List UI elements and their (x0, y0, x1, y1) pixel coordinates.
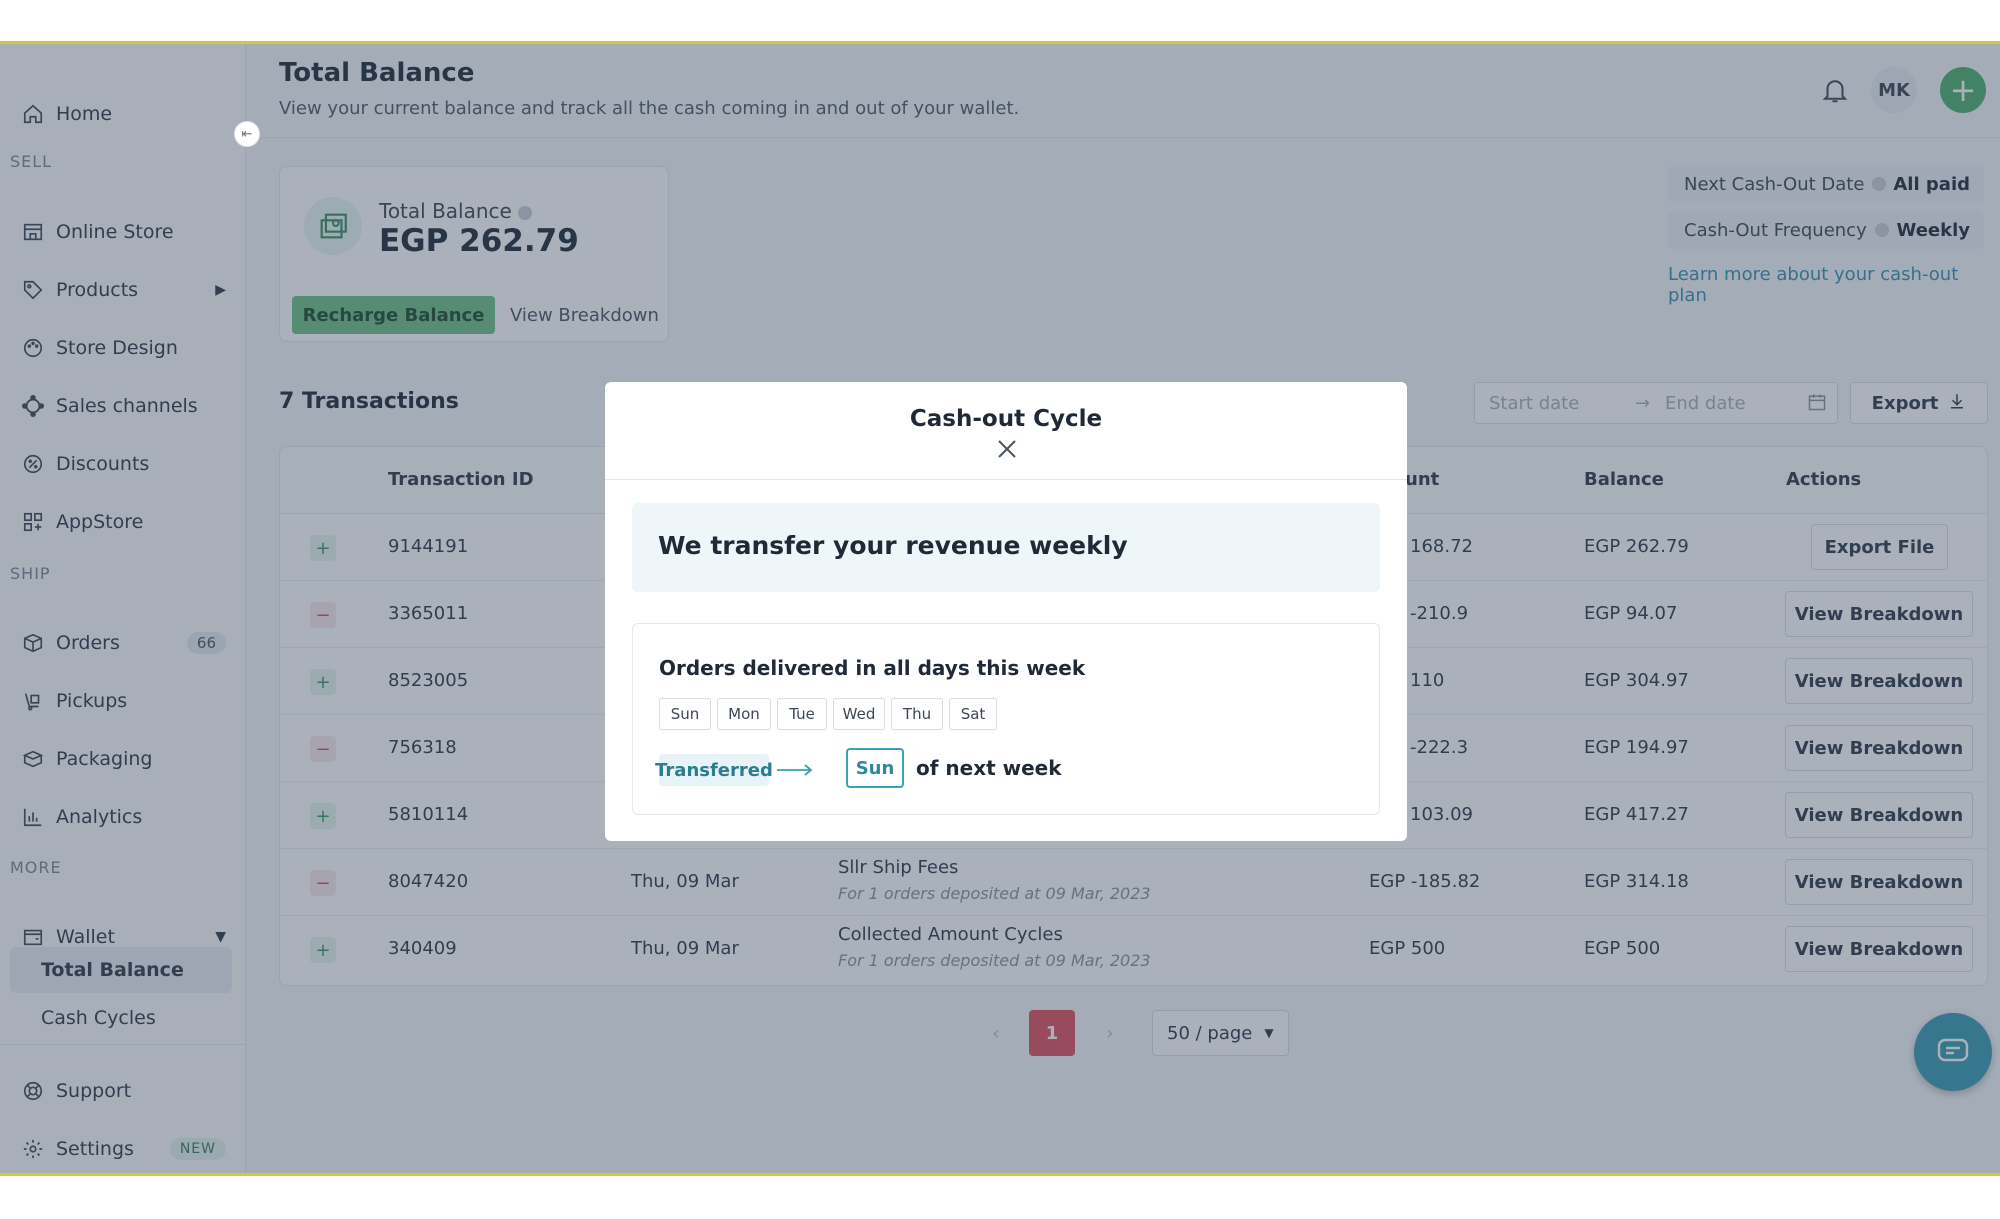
day-chip: Wed (833, 698, 885, 730)
day-chip: Mon (717, 698, 771, 730)
day-chip: Tue (777, 698, 827, 730)
info-banner: We transfer your revenue weekly (632, 503, 1380, 592)
day-chip: Sun (659, 698, 711, 730)
day-chip: Sat (949, 698, 997, 730)
modal-title: Cash-out Cycle (909, 406, 1103, 432)
cycle-box: Orders delivered in all days this week S… (632, 623, 1380, 815)
collapse-sidebar-button[interactable]: ⇤ (234, 121, 260, 147)
transferred-tag: Transferred (655, 754, 773, 786)
modal-divider (605, 479, 1407, 480)
day-chip: Thu (891, 698, 943, 730)
banner-text: We transfer your revenue weekly (658, 531, 1128, 560)
cashout-cycle-modal: Cash-out Cycle We transfer your revenue … (605, 382, 1407, 841)
transfer-day-chip: Sun (846, 748, 904, 788)
close-icon[interactable] (995, 437, 1019, 461)
app-frame: Home SELL Online Store Products ▶ Store … (0, 41, 2000, 1176)
cycle-heading: Orders delivered in all days this week (659, 656, 1086, 680)
arrow-right-icon (775, 762, 815, 778)
next-week-text: of next week (916, 756, 1062, 780)
